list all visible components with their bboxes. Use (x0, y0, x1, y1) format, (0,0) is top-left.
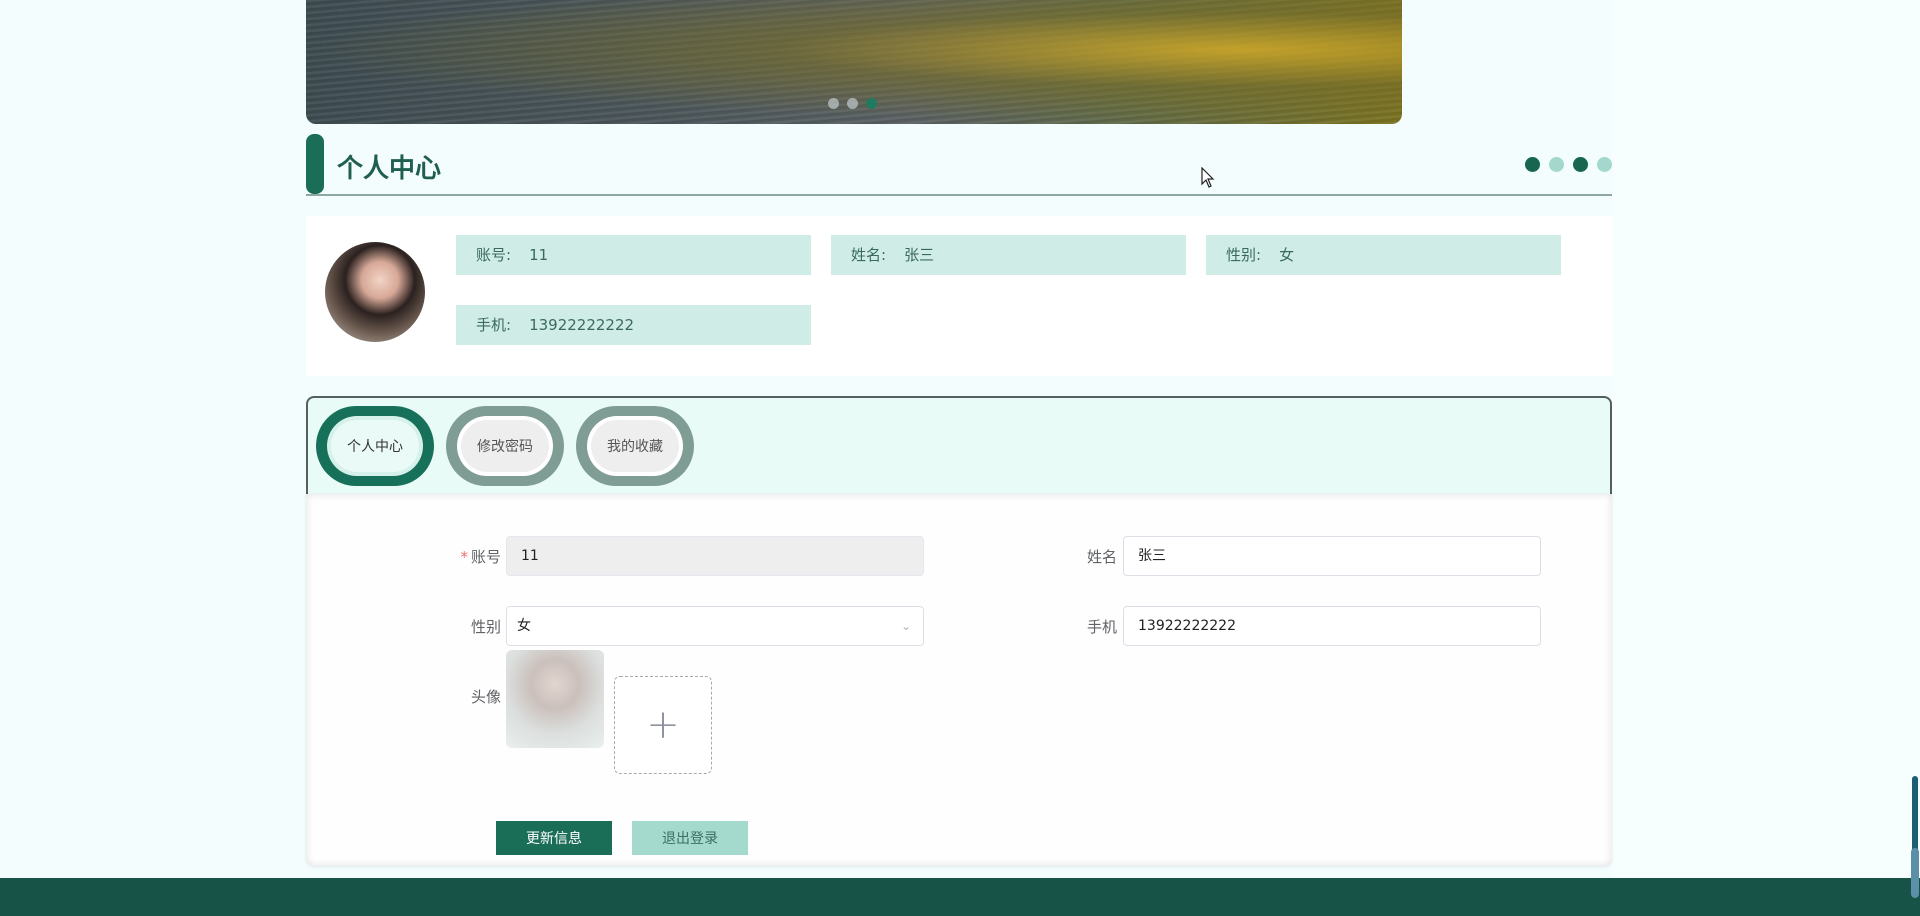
gender-select[interactable]: 女 ⌄ (506, 606, 924, 646)
name-chip-value: 张三 (904, 246, 935, 264)
carousel-dot-3[interactable] (866, 98, 877, 109)
decor-dot (1549, 157, 1564, 172)
profile-summary-card: 账号: 11 姓名: 张三 性别: 女 手机: 13922222222 (306, 216, 1612, 376)
phone-field-label: 手机 (1086, 618, 1117, 636)
section-title: 个人中心 (337, 154, 442, 184)
carousel-dot-2[interactable] (847, 98, 858, 109)
decor-dot (1597, 157, 1612, 172)
avatar-field-label: 头像 (470, 688, 501, 706)
tab-change-password[interactable]: 修改密码 (446, 406, 564, 486)
logout-button[interactable]: 退出登录 (632, 821, 748, 855)
section-header: 个人中心 (306, 134, 1612, 196)
tab-bar: 个人中心 修改密码 我的收藏 (306, 396, 1612, 494)
name-chip: 姓名: 张三 (831, 235, 1186, 275)
avatar (325, 242, 425, 342)
tab-label: 个人中心 (331, 420, 419, 472)
carousel-dot-1[interactable] (828, 98, 839, 109)
phone-chip: 手机: 13922222222 (456, 305, 811, 345)
gender-chip-value: 女 (1279, 246, 1295, 264)
gender-field-label: 性别 (470, 618, 501, 636)
decorative-dots (1525, 157, 1612, 172)
banner-carousel[interactable] (306, 0, 1402, 124)
profile-form: * 账号 11 姓名 张三 性别 女 ⌄ 手机 13922222222 头像 + … (306, 494, 1612, 866)
mouse-cursor-icon (1201, 167, 1215, 188)
update-info-button[interactable]: 更新信息 (496, 821, 612, 855)
phone-chip-label: 手机: (476, 316, 512, 334)
tab-personal-center[interactable]: 个人中心 (316, 406, 434, 486)
avatar-upload-button[interactable]: + (614, 676, 712, 774)
decor-dot (1573, 157, 1588, 172)
tab-label: 我的收藏 (591, 420, 679, 472)
phone-field[interactable]: 13922222222 (1123, 606, 1541, 646)
carousel-indicators (828, 98, 877, 109)
tab-label: 修改密码 (461, 420, 549, 472)
decor-dot (1525, 157, 1540, 172)
gender-select-value: 女 (517, 618, 531, 634)
account-field-label: * 账号 (460, 548, 501, 566)
phone-chip-value: 13922222222 (529, 316, 635, 334)
account-chip-value: 11 (529, 246, 549, 264)
gender-chip: 性别: 女 (1206, 235, 1561, 275)
page-footer (0, 878, 1920, 916)
account-chip-label: 账号: (476, 246, 512, 264)
account-chip: 账号: 11 (456, 235, 811, 275)
page-background-band (1612, 0, 1920, 916)
account-field[interactable]: 11 (506, 536, 924, 576)
section-accent-bar (306, 134, 324, 194)
name-field-label: 姓名 (1086, 548, 1117, 566)
name-chip-label: 姓名: (851, 246, 887, 264)
tab-my-favorites[interactable]: 我的收藏 (576, 406, 694, 486)
name-field[interactable]: 张三 (1123, 536, 1541, 576)
required-mark: * (460, 548, 468, 566)
scrollbar-thumb[interactable] (1911, 848, 1919, 898)
plus-icon: + (646, 702, 680, 748)
gender-chip-label: 性别: (1226, 246, 1262, 264)
avatar-thumbnail (506, 650, 604, 748)
chevron-down-icon: ⌄ (900, 619, 911, 633)
